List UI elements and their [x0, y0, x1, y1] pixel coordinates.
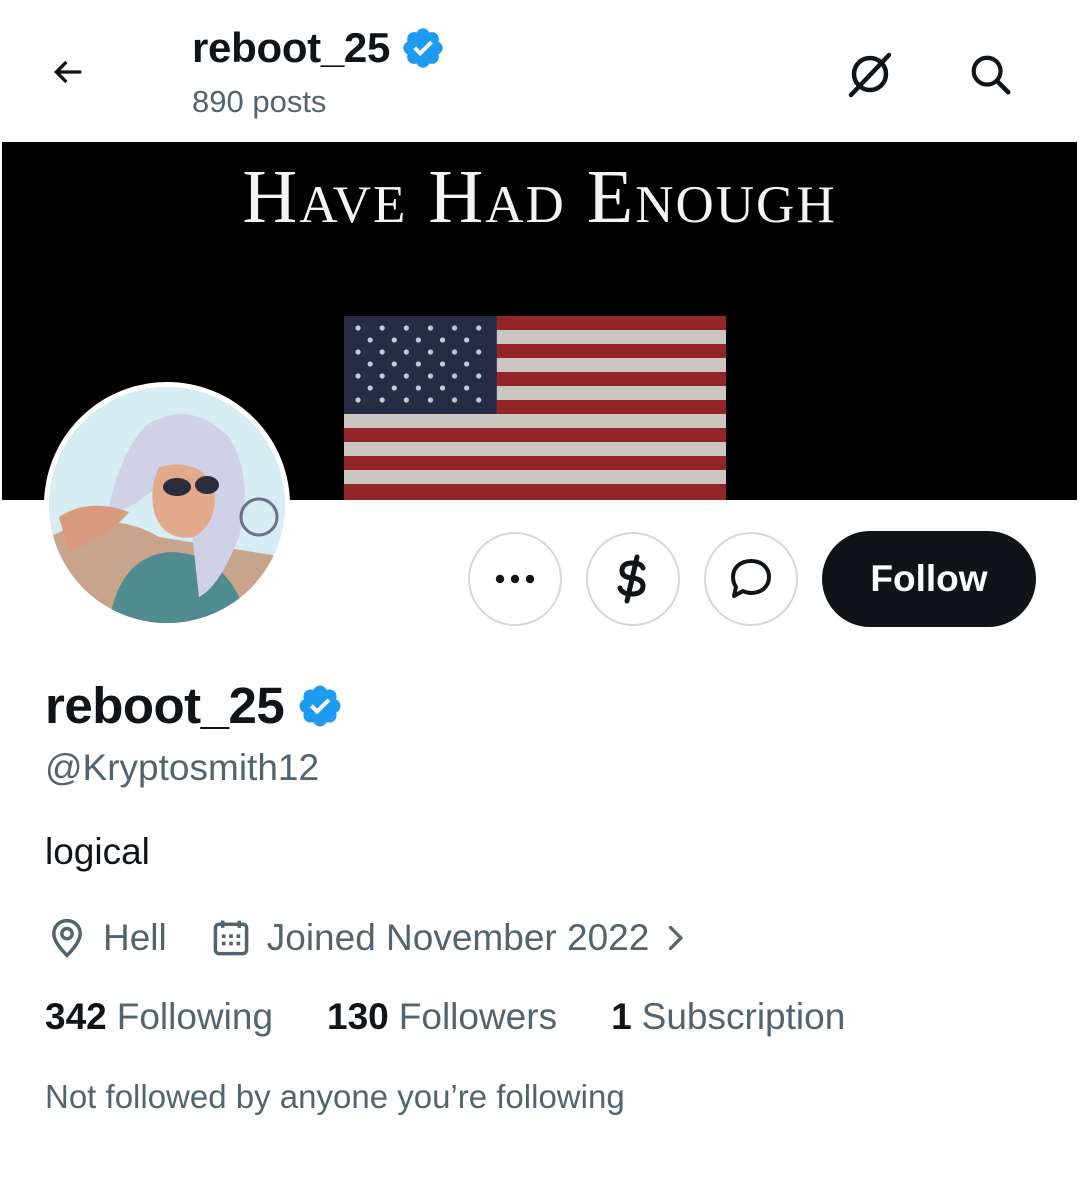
header-title: reboot_25	[192, 24, 446, 72]
dollar-icon	[617, 554, 646, 604]
followers-count: 130	[327, 996, 389, 1037]
subscriptions-link[interactable]: 1 Subscription	[611, 996, 845, 1038]
back-button[interactable]	[40, 44, 96, 100]
location: Hell	[45, 916, 167, 960]
grok-button[interactable]	[840, 44, 900, 104]
more-options-button[interactable]	[468, 532, 562, 626]
followers-label: Followers	[398, 996, 558, 1037]
user-handle: @Kryptosmith12	[45, 747, 320, 788]
social-context: Not followed by anyone you’re following	[45, 1078, 625, 1115]
profile-avatar[interactable]	[44, 382, 290, 628]
arrow-left-icon	[53, 60, 82, 84]
header-name: reboot_25	[192, 24, 391, 71]
follow-button[interactable]: Follow	[822, 531, 1036, 627]
top-bar: reboot_25 890 posts	[0, 0, 1079, 142]
stats-row: 342 Following 130 Followers 1 Subscription	[45, 996, 899, 1038]
user-bio: logical	[45, 831, 150, 872]
banner-text: Have Had Enough	[242, 155, 837, 239]
grok-icon	[848, 52, 892, 98]
calendar-icon	[213, 920, 249, 956]
avatar-photo	[49, 387, 285, 623]
verified-badge-icon[interactable]	[296, 682, 344, 730]
chevron-right-icon	[669, 925, 683, 951]
location-text: Hell	[103, 917, 167, 958]
message-icon	[731, 559, 771, 598]
joined-text: Joined November 2022	[266, 917, 650, 958]
location-pin-icon	[52, 918, 82, 958]
profile-meta: Hell Joined November 2022	[45, 912, 693, 964]
followers-link[interactable]: 130 Followers	[327, 996, 557, 1038]
display-name: reboot_25	[45, 677, 285, 734]
display-name-row: reboot_25	[45, 676, 344, 735]
posts-count: 890 posts	[192, 84, 327, 119]
tip-button[interactable]	[586, 532, 680, 626]
search-button[interactable]	[960, 44, 1020, 104]
more-dots-icon	[495, 574, 535, 584]
verified-badge-icon	[403, 28, 443, 68]
american-flag-image	[344, 316, 726, 500]
joined-date[interactable]: Joined November 2022	[209, 916, 694, 960]
subscriptions-count: 1	[611, 996, 632, 1037]
subscriptions-label: Subscription	[641, 996, 846, 1037]
following-link[interactable]: 342 Following	[45, 996, 273, 1038]
following-count: 342	[45, 996, 107, 1037]
message-button[interactable]	[704, 532, 798, 626]
search-icon	[971, 55, 1011, 95]
following-label: Following	[116, 996, 274, 1037]
